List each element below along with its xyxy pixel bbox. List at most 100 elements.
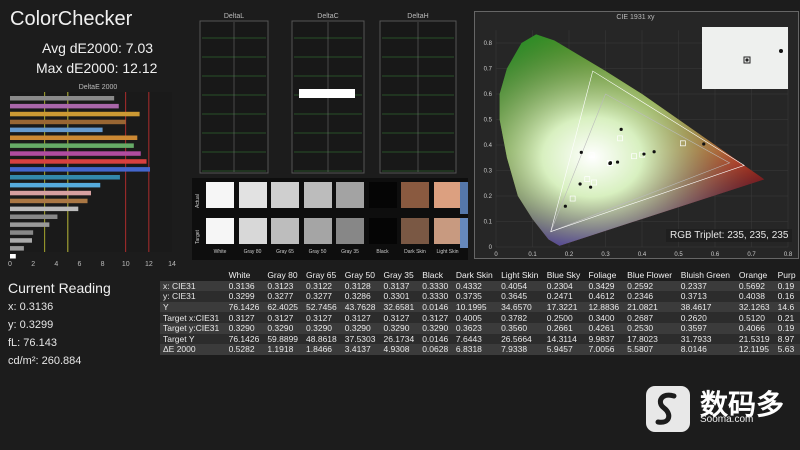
table-cell: Target Y [163, 333, 195, 344]
table-cell: 26.5664 [501, 333, 532, 344]
table-cell: 0.4261 [588, 323, 615, 334]
deltae-tick-label: 12 [145, 261, 153, 268]
rgb-triplet-readout: RGB Triplet: 235, 235, 235 [666, 229, 793, 242]
table-cell: 0.2471 [546, 291, 573, 302]
table-cell: 0.3128 [344, 280, 371, 291]
table-header-cell [160, 270, 226, 281]
current-fl: fL: 76.143 [8, 337, 57, 349]
table-cell: 0.4054 [501, 280, 528, 291]
deltae-tick-label: 2 [31, 261, 35, 268]
deltae-bar-0 [10, 96, 115, 101]
table-cell: 0.19 [777, 280, 795, 291]
cie-x-tick: 0.3 [601, 252, 610, 258]
patch-target [206, 218, 234, 244]
table-cell: 6.8318 [455, 344, 482, 355]
table-cell: 52.7456 [306, 302, 337, 313]
deltae-tick-label: 10 [122, 261, 130, 268]
table-cell: 0.3400 [588, 312, 615, 323]
table-cell: 32.6581 [383, 302, 415, 313]
deltae-tick-label: 6 [77, 261, 81, 268]
table-header-cell: Light Skin [501, 270, 539, 281]
table-cell: 0.19 [777, 323, 795, 334]
table-cell: 0.2592 [627, 280, 654, 291]
patch-actual [271, 182, 299, 208]
table-cell: 4.9308 [383, 344, 410, 355]
table-row: y: CIE31 0.3299 0.3277 0.3277 0.3286 0.3301 0.… [160, 291, 800, 302]
table-cell: 9.9837 [588, 333, 615, 344]
table-row: x: CIE31 0.3136 0.3123 0.3122 0.3128 0.3137 0.… [160, 280, 800, 292]
deltae-bar-1 [10, 103, 119, 109]
patch-actual [433, 182, 462, 208]
table-header-cell: Bluish Green [680, 270, 730, 281]
table-cell: 0.3286 [344, 291, 371, 302]
table-cell: 32.1263 [738, 302, 770, 313]
deltae-bar-14 [10, 206, 79, 212]
deltac-white-bar [299, 89, 355, 98]
table-cell: 12.1195 [738, 344, 770, 355]
delta-lch-charts: DeltaL DeltaC DeltaH [199, 13, 457, 174]
table-cell: 0.4332 [455, 280, 482, 291]
table-header-row: White Gray 80 Gray 65 Gray 50 Gray 35 Black Da… [160, 270, 800, 281]
table-cell: 17.3221 [546, 302, 578, 313]
table-cell: 0.2661 [546, 323, 573, 334]
table-cell: 0.3127 [228, 312, 255, 323]
cie-x-tick: 0.4 [638, 252, 647, 258]
table-cell: 14.3114 [546, 333, 577, 344]
table-cell: 0.3290 [344, 323, 371, 334]
cie-y-tick: 0.7 [484, 67, 493, 73]
table-cell: 7.6443 [455, 333, 482, 344]
table-cell: 0.2337 [680, 280, 707, 291]
table-cell: 21.5319 [738, 333, 770, 344]
deltae-bar-20 [10, 254, 16, 259]
table-cell: 0.3127 [344, 312, 371, 323]
table-cell: 0.4612 [588, 291, 615, 302]
table-header-cell: Gray 50 [344, 270, 375, 281]
table-cell: 5.5807 [627, 344, 654, 355]
table-cell: 7.9338 [501, 344, 528, 355]
patch-partial-blue-sky [460, 182, 468, 214]
patch-target [433, 218, 462, 244]
patch-actual [206, 182, 234, 208]
table-cell: 12.8836 [588, 302, 620, 313]
table-cell: 0.3560 [501, 323, 528, 334]
table-row: Target Y 76.1426 59.8899 48.8618 37.5303 26.1… [160, 333, 800, 345]
patch-target [401, 218, 429, 244]
current-reading-title: Current Reading [8, 280, 111, 296]
table-cell: 0.3623 [455, 323, 482, 334]
table-cell: 0.5692 [738, 280, 765, 291]
table-cell: 5.9457 [546, 344, 573, 355]
deltah-title: DeltaH [407, 13, 428, 20]
deltae-chart-title: DeltaE 2000 [79, 84, 118, 91]
cie-y-tick: 0.5 [484, 118, 493, 124]
deltac-title: DeltaC [317, 13, 338, 20]
table-cell: 0.0628 [422, 344, 449, 355]
patch-label: Light Skin [436, 249, 459, 255]
table-cell: 76.1426 [228, 302, 260, 313]
table-cell: 0.3137 [383, 280, 410, 291]
table-cell: 0.2304 [546, 280, 573, 291]
table-cell: 0.3277 [306, 291, 333, 302]
table-cell: x: CIE31 [163, 280, 196, 291]
patch-comparison-strip: Actual Target White Gray 80 Gray 65 Gray 50… [192, 178, 468, 260]
table-cell: 0.3127 [306, 312, 333, 323]
deltae-bar-13 [10, 198, 88, 204]
table-cell: Target y:CIE31 [163, 323, 220, 334]
table-cell: 0.3290 [228, 323, 255, 334]
patch-target [336, 218, 364, 244]
table-cell: 0.3645 [501, 291, 528, 302]
cie-x-tick: 0.8 [784, 252, 793, 258]
deltac-chart: DeltaC [291, 13, 365, 174]
table-cell: 1.1918 [267, 344, 294, 355]
patch-target [368, 218, 397, 244]
cie-measured-marker [578, 182, 582, 186]
deltae-tick-label: 8 [101, 261, 105, 268]
deltae-bar-2 [10, 111, 140, 117]
table-header-cell: Gray 65 [306, 270, 337, 281]
measurement-table: White Gray 80 Gray 65 Gray 50 Gray 35 Black Da… [160, 270, 800, 355]
deltae-bar-10 [10, 175, 120, 180]
table-cell: 17.8023 [627, 333, 658, 344]
patch-label: Gray 80 [243, 249, 262, 255]
table-cell: 26.1734 [383, 333, 415, 344]
table-header-cell: White [228, 270, 251, 281]
table-cell: 0.3122 [306, 280, 333, 291]
